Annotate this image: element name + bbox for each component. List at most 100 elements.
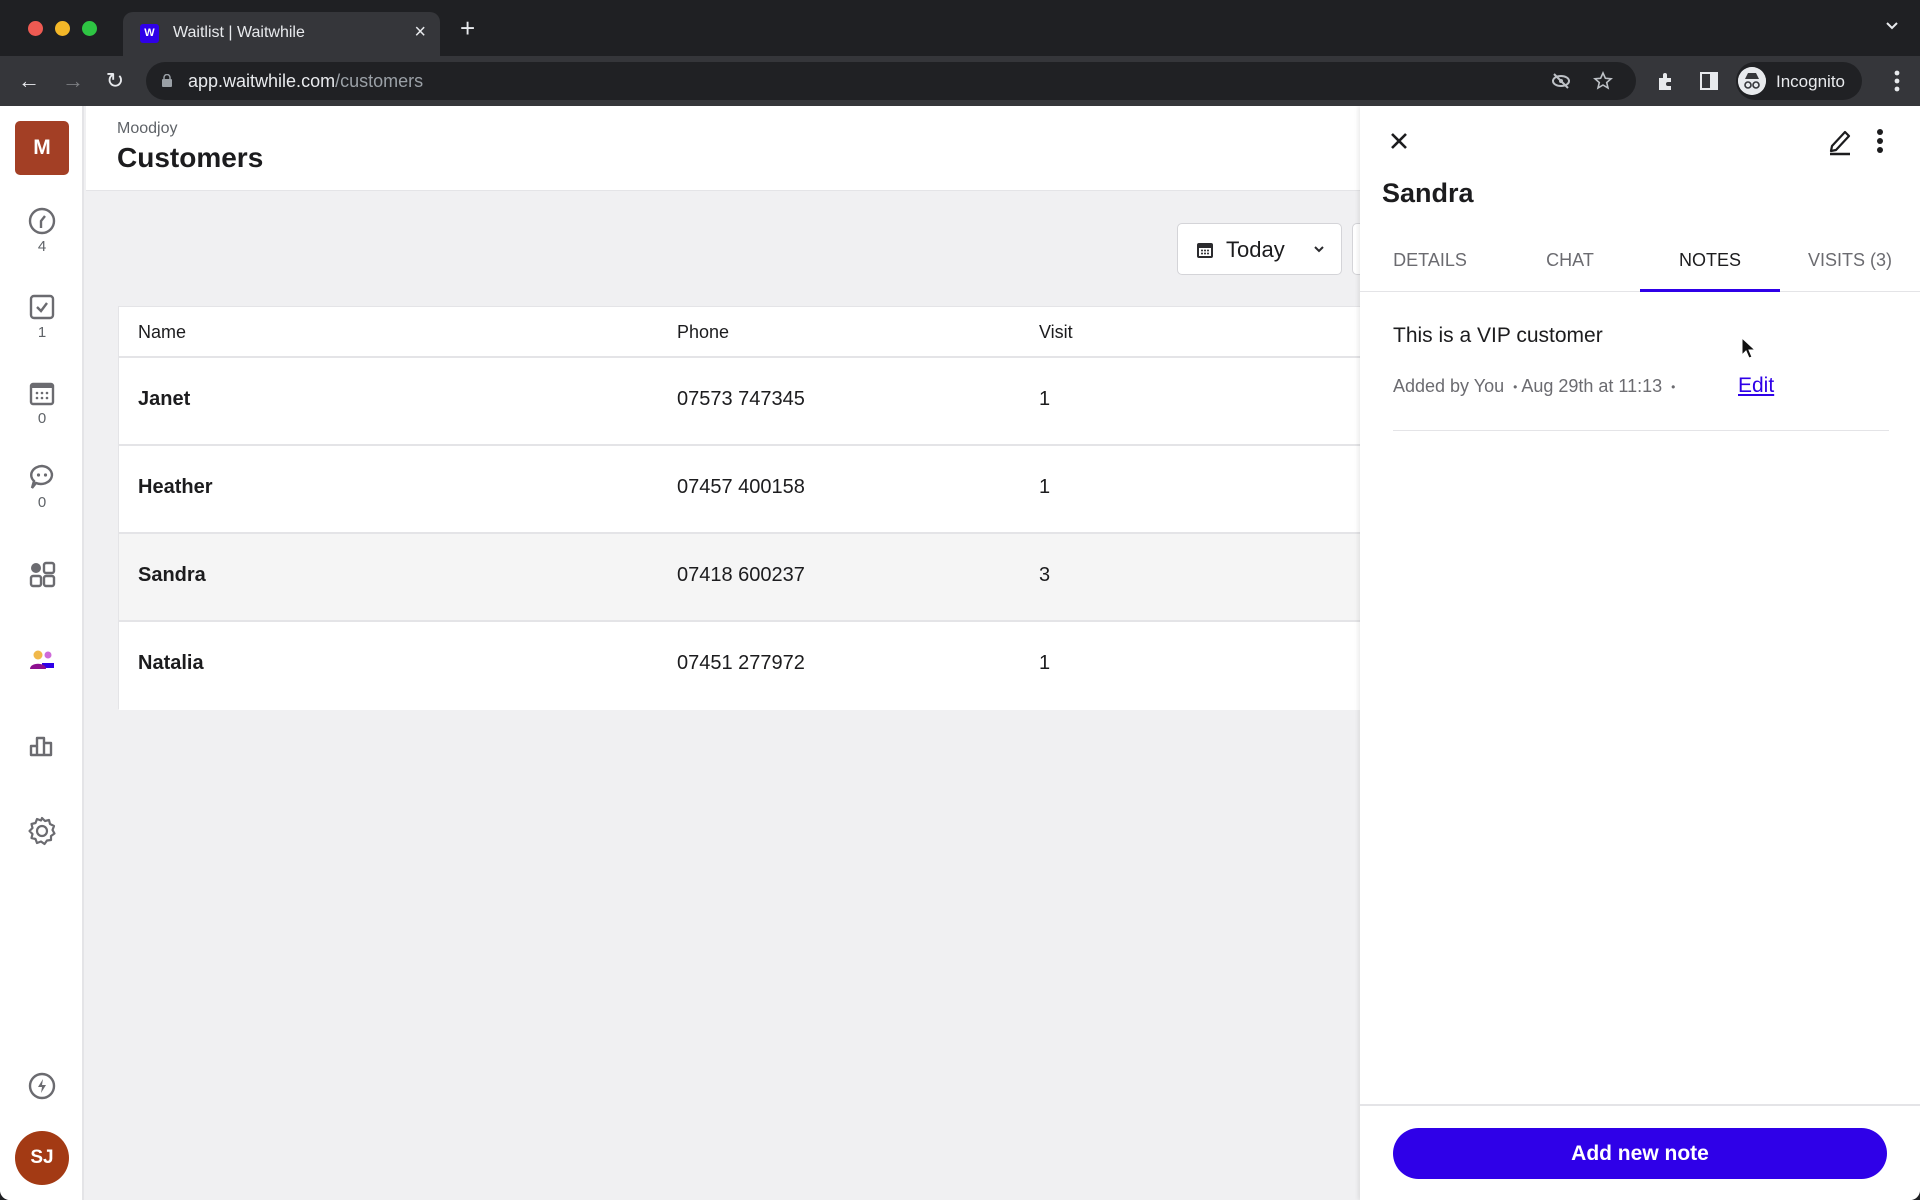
tab-chat[interactable]: CHAT xyxy=(1500,231,1640,292)
drawer-customer-name: Sandra xyxy=(1382,178,1474,208)
table-row[interactable]: Heather 07457 400158 1 xyxy=(119,446,1417,534)
gear-icon xyxy=(28,816,56,846)
customers-table: Name Phone Visit Janet 07573 747345 1 He… xyxy=(118,306,1418,710)
lightning-icon xyxy=(28,1072,56,1100)
customer-phone: 07451 277972 xyxy=(677,652,805,674)
tab-strip: W Waitlist | Waitwhile × + xyxy=(0,0,1920,56)
tab-list-chevron-icon[interactable] xyxy=(1886,20,1898,32)
mouse-cursor-icon xyxy=(1741,337,1757,359)
messages-count: 0 xyxy=(37,494,47,511)
column-header-visit[interactable]: Visit xyxy=(1039,322,1073,343)
waitwhile-favicon-icon: W xyxy=(140,24,159,43)
customer-visits: 1 xyxy=(1039,476,1051,498)
customer-visits: 3 xyxy=(1039,564,1051,586)
sidebar-item-analytics[interactable] xyxy=(0,729,84,759)
note-author: Added by You xyxy=(1393,376,1505,396)
window-minimize-button[interactable] xyxy=(55,21,70,36)
customer-visits: 1 xyxy=(1039,388,1051,410)
pencil-edit-icon[interactable] xyxy=(1826,126,1854,156)
separator-dot: • xyxy=(1513,380,1518,395)
waitlist-count: 4 xyxy=(37,238,47,255)
serving-count: 1 xyxy=(37,324,47,341)
chevron-down-icon xyxy=(1314,246,1324,253)
customer-phone: 07573 747345 xyxy=(677,388,805,410)
checkbox-icon xyxy=(29,294,55,320)
sidebar-item-serving[interactable]: 1 xyxy=(0,292,84,341)
column-header-phone[interactable]: Phone xyxy=(677,322,729,343)
table-row[interactable]: Janet 07573 747345 1 xyxy=(119,358,1417,446)
calendar-small-icon xyxy=(1197,243,1213,258)
sidebar-item-customers[interactable] xyxy=(0,645,84,675)
close-icon[interactable] xyxy=(1388,130,1410,152)
customer-name: Natalia xyxy=(138,652,204,674)
profile-label: Incognito xyxy=(1776,72,1845,91)
sidebar-item-apps[interactable] xyxy=(0,559,84,589)
calendar-icon xyxy=(29,382,55,406)
sidebar-item-waitlist[interactable]: 4 xyxy=(0,206,84,255)
more-vertical-icon[interactable] xyxy=(1876,128,1884,154)
user-avatar[interactable]: SJ xyxy=(15,1131,69,1185)
incognito-icon xyxy=(1738,67,1766,95)
chat-bubble-icon xyxy=(30,464,54,489)
forward-arrow-icon[interactable]: → xyxy=(58,66,88,96)
org-switcher-badge[interactable]: M xyxy=(15,121,69,175)
chrome-menu-kebab-icon[interactable] xyxy=(1894,70,1900,92)
customers-icon xyxy=(30,650,54,669)
column-header-name[interactable]: Name xyxy=(138,322,186,343)
sidebar-item-bookings[interactable]: 0 xyxy=(0,378,84,427)
table-row[interactable]: Natalia 07451 277972 1 xyxy=(119,622,1417,710)
eye-off-icon[interactable] xyxy=(1551,71,1571,91)
note-meta: Added by You • Aug 29th at 11:13 • xyxy=(1393,376,1679,397)
browser-toolbar: ← → ↻ app.waitwhile.com/customers Incogn… xyxy=(0,56,1920,106)
side-panel-icon[interactable] xyxy=(1698,70,1720,92)
bookings-count: 0 xyxy=(37,410,47,427)
edit-note-link[interactable]: Edit xyxy=(1738,374,1774,398)
tab-title: Waitlist | Waitwhile xyxy=(173,24,305,41)
customer-name: Heather xyxy=(138,476,213,498)
bar-chart-icon xyxy=(29,736,53,757)
drawer-footer: Add new note xyxy=(1360,1104,1920,1200)
date-filter-label: Today xyxy=(1226,237,1285,262)
new-tab-button[interactable]: + xyxy=(460,15,475,41)
reload-icon[interactable]: ↻ xyxy=(100,66,130,96)
app-viewport: M 4 1 0 0 SJ Moodjoy Customers Today Nam… xyxy=(0,106,1920,1200)
apps-grid-icon xyxy=(29,561,56,588)
extensions-puzzle-icon[interactable] xyxy=(1655,70,1677,92)
table-row-selected[interactable]: Sandra 07418 600237 3 xyxy=(119,534,1417,622)
table-header: Name Phone Visit xyxy=(119,307,1417,358)
customer-visits: 1 xyxy=(1039,652,1051,674)
customer-name: Janet xyxy=(138,388,191,410)
star-icon[interactable] xyxy=(1593,71,1613,91)
browser-tab[interactable]: W Waitlist | Waitwhile × xyxy=(123,12,440,56)
address-bar[interactable]: app.waitwhile.com/customers xyxy=(146,62,1636,100)
tab-notes[interactable]: NOTES xyxy=(1640,231,1780,292)
sidebar-item-messages[interactable]: 0 xyxy=(0,462,84,511)
customer-name: Sandra xyxy=(138,564,206,586)
sidebar-item-settings[interactable] xyxy=(0,815,84,847)
add-new-note-button[interactable]: Add new note xyxy=(1393,1128,1887,1179)
page-title: Customers xyxy=(117,142,264,173)
clock-icon xyxy=(28,207,56,235)
tab-visits[interactable]: VISITS (3) xyxy=(1780,231,1920,292)
lock-icon xyxy=(162,74,172,87)
tab-details[interactable]: DETAILS xyxy=(1360,231,1500,292)
browser-window: W Waitlist | Waitwhile × + ← → ↻ app.wai… xyxy=(0,0,1920,1200)
window-maximize-button[interactable] xyxy=(82,21,97,36)
sidebar-rail: M 4 1 0 0 SJ xyxy=(0,106,84,1200)
window-close-button[interactable] xyxy=(28,21,43,36)
separator-dot: • xyxy=(1671,380,1676,395)
customer-phone: 07457 400158 xyxy=(677,476,805,498)
note-timestamp: Aug 29th at 11:13 xyxy=(1521,376,1663,396)
customer-phone: 07418 600237 xyxy=(677,564,805,586)
back-arrow-icon[interactable]: ← xyxy=(14,66,44,96)
tab-close-icon[interactable]: × xyxy=(414,21,426,44)
date-filter-dropdown[interactable]: Today xyxy=(1177,223,1342,275)
drawer-tabs: DETAILS CHAT NOTES VISITS (3) xyxy=(1360,231,1920,292)
profile-button[interactable]: Incognito xyxy=(1736,62,1862,100)
sidebar-item-whats-new[interactable] xyxy=(0,1071,84,1101)
url-text: app.waitwhile.com/customers xyxy=(188,71,424,91)
note-item: This is a VIP customer Added by You • Aug… xyxy=(1393,306,1889,431)
org-name: Moodjoy xyxy=(117,120,178,137)
customer-drawer: Sandra DETAILS CHAT NOTES VISITS (3) Thi… xyxy=(1360,106,1920,1200)
note-text: This is a VIP customer xyxy=(1393,324,1603,347)
